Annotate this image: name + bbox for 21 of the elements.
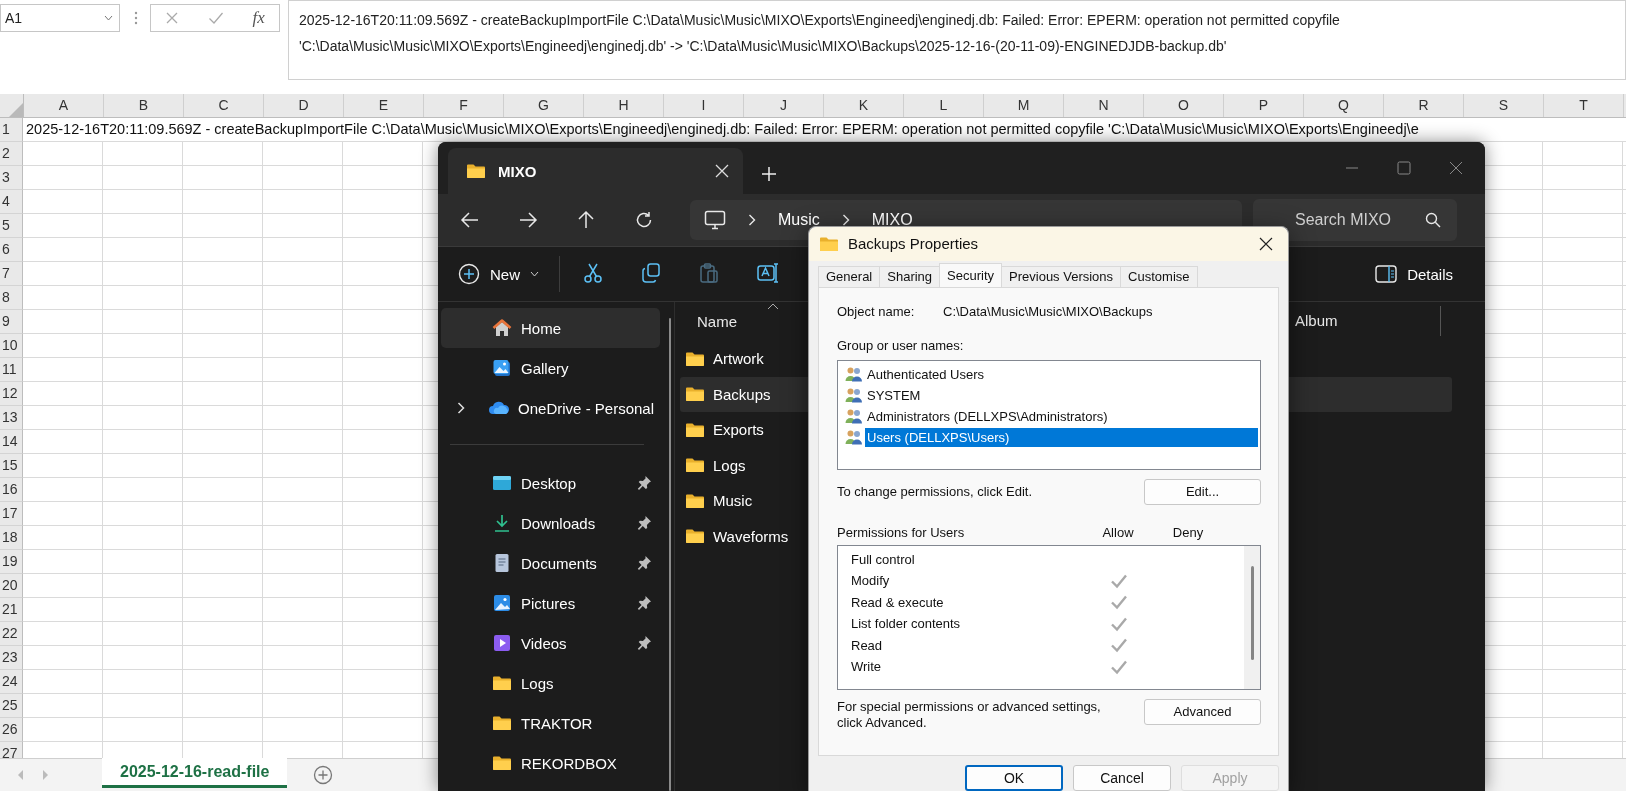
permission-name: Full control (850, 551, 916, 567)
permission-name: List folder contents (850, 616, 962, 632)
hint-text: To change permissions, click Edit. (837, 484, 1033, 500)
cell-text: 2025-12-16T20:11:09.569Z - createBackupImportFile C:\Data\Music\Music\MIXO\Exports\Engineedj\enginedj.db: Failed: Error: EPERM: operation not permitted copyfile 'C:\Data\Music\Music\MIXO\Exports\Engineedj\e (25, 120, 1420, 139)
column-header: Allow (1101, 525, 1135, 541)
column-header: Deny (1171, 525, 1205, 541)
file-name: Waveforms (713, 527, 789, 545)
object-path: C:\Data\Music\Music\MIXO\Backups (943, 304, 1153, 320)
permission-name: Read & execute (850, 594, 945, 610)
file-name: Artwork (713, 350, 764, 368)
hint-text: For special permissions or advanced settings, click Advanced. (837, 698, 1102, 731)
file-name: Music (713, 492, 753, 510)
section-label: Group or user names: (837, 337, 965, 355)
permission-name: Modify (850, 573, 891, 589)
file-name: Backups (713, 385, 771, 403)
permission-name: Write (850, 659, 883, 675)
permission-name: Read (850, 637, 884, 653)
section-label: Permissions for Users (837, 525, 966, 541)
file-name: Logs (713, 456, 746, 474)
field-label: Object name: (837, 304, 916, 320)
file-name: Exports (713, 421, 764, 439)
